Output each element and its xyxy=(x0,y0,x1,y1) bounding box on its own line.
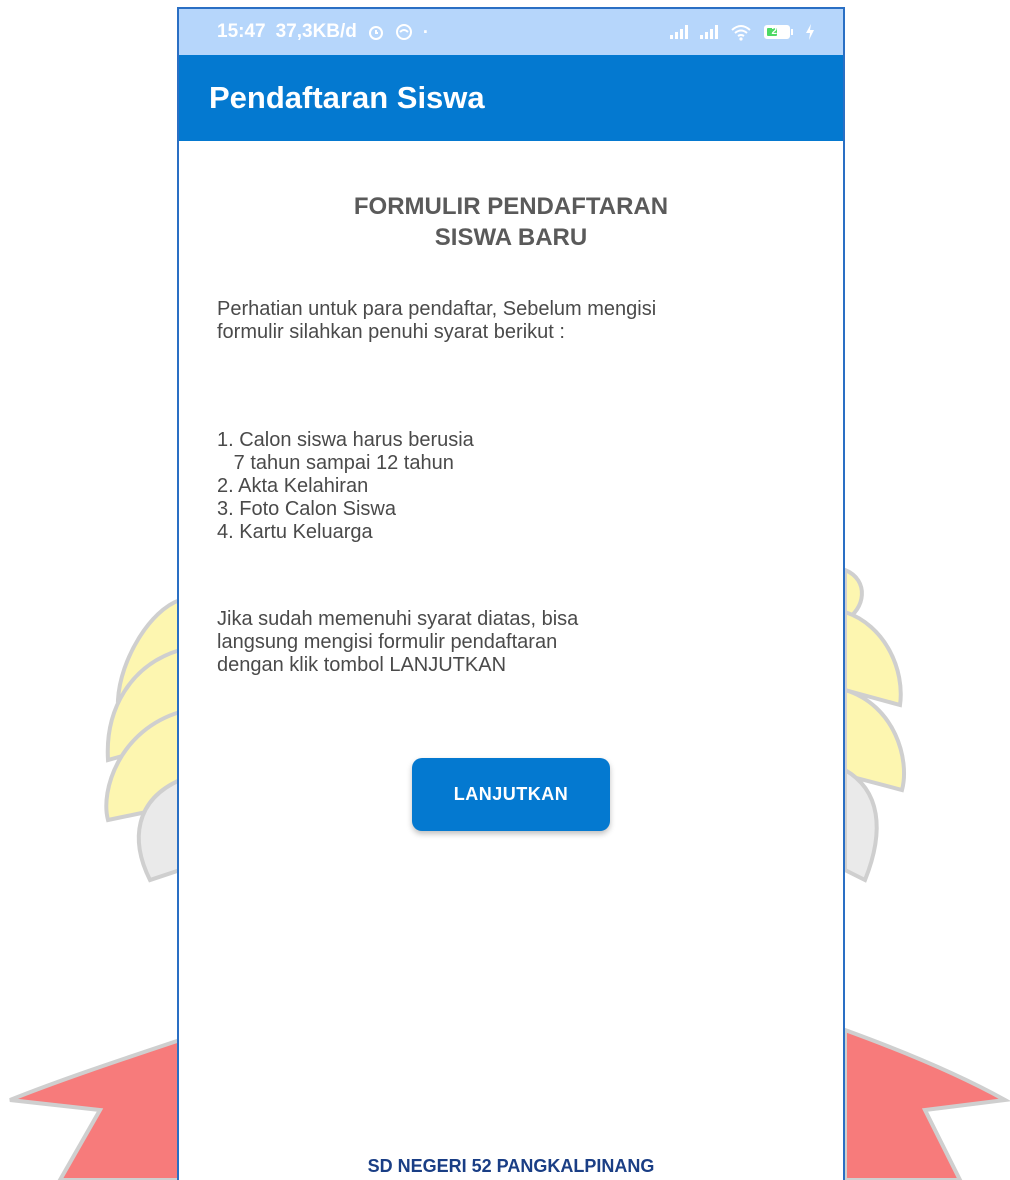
left-wing-graphic xyxy=(104,597,182,883)
lanjutkan-button[interactable]: LANJUTKAN xyxy=(412,758,610,831)
battery-icon: 25 xyxy=(764,25,793,39)
requirement-item: 7 tahun sampai 12 tahun xyxy=(217,452,454,474)
battery-level: 25 xyxy=(771,26,783,37)
app-bar: Pendaftaran Siswa xyxy=(179,55,843,141)
status-time: 15:47 xyxy=(217,21,266,42)
charging-icon xyxy=(806,24,814,40)
requirement-item: 2. Akta Kelahiran xyxy=(217,475,369,497)
alarm-icon xyxy=(368,26,383,40)
signal-icon xyxy=(670,25,688,39)
school-name-footer: SD NEGERI 52 PANGKALPINANG xyxy=(367,1156,655,1176)
form-title-line2: SISWA BARU xyxy=(434,224,588,251)
followup-text: Jika sudah memenuhi syarat diatas, bisa … xyxy=(217,608,717,677)
status-left: 15:47 37,3KB/d · xyxy=(217,21,429,43)
followup-line: dengan klik tombol LANJUTKAN xyxy=(217,654,507,676)
notice-line: formulir silahkan penuhi syarat berikut … xyxy=(217,321,565,343)
requirement-item: 3. Foto Calon Siswa xyxy=(217,498,396,520)
wifi-off-circle-icon xyxy=(395,24,412,40)
requirement-item: 1. Calon siswa harus berusia xyxy=(217,429,474,451)
form-title: FORMULIR PENDAFTARAN SISWA BARU xyxy=(179,191,843,253)
status-network-speed: 37,3KB/d xyxy=(275,21,357,42)
ribbon-right-graphic xyxy=(843,1027,1010,1180)
followup-line: langsung mengisi formulir pendaftaran xyxy=(217,631,558,653)
wifi-icon xyxy=(731,25,751,41)
status-right: 25 xyxy=(670,23,815,41)
signal-icon xyxy=(700,25,718,39)
form-content: FORMULIR PENDAFTARAN SISWA BARU Perhatia… xyxy=(179,141,843,1180)
followup-line: Jika sudah memenuhi syarat diatas, bisa xyxy=(217,608,579,630)
notice-line: Perhatian untuk para pendaftar, Sebelum … xyxy=(217,298,657,320)
app-title: Pendaftaran Siswa xyxy=(209,80,485,115)
requirement-item: 4. Kartu Keluarga xyxy=(217,521,373,543)
ribbon-left-graphic xyxy=(9,1037,182,1180)
form-title-line1: FORMULIR PENDAFTARAN xyxy=(353,193,669,220)
status-bar: 15:47 37,3KB/d · 25 xyxy=(179,9,843,55)
phone-screen: 15:47 37,3KB/d · 25 Pendaftaran Siswa FO… xyxy=(177,7,845,1180)
right-wing-graphic xyxy=(843,567,907,883)
notice-text: Perhatian untuk para pendaftar, Sebelum … xyxy=(217,298,797,344)
status-dot: · xyxy=(422,21,429,42)
requirements-list: 1. Calon siswa harus berusia 7 tahun sam… xyxy=(217,429,474,544)
